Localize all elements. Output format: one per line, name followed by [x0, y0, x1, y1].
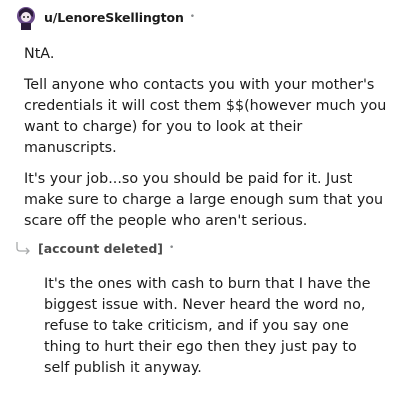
comment-author[interactable]: u/LenoreSkellington [44, 10, 184, 25]
comment-paragraph: NtA. [24, 46, 55, 62]
reply-paragraph: It's the ones with cash to burn that I h… [44, 276, 371, 376]
reply-body: It's the ones with cash to burn that I h… [44, 274, 384, 379]
comment-paragraph: Tell anyone who contacts you with your m… [24, 77, 387, 156]
reply-header: [account deleted] • [14, 237, 174, 259]
separator-dot: • [189, 12, 196, 22]
comment-paragraph: It's your job...so you should be paid fo… [24, 171, 384, 229]
comment-header: u/LenoreSkellington • [14, 3, 195, 31]
reply-arrow-icon [16, 242, 30, 255]
avatar-icon[interactable] [14, 3, 38, 31]
comment-body: NtA. Tell anyone who contacts you with y… [24, 44, 390, 242]
separator-dot: • [168, 243, 175, 253]
reply-author: [account deleted] [38, 240, 163, 256]
